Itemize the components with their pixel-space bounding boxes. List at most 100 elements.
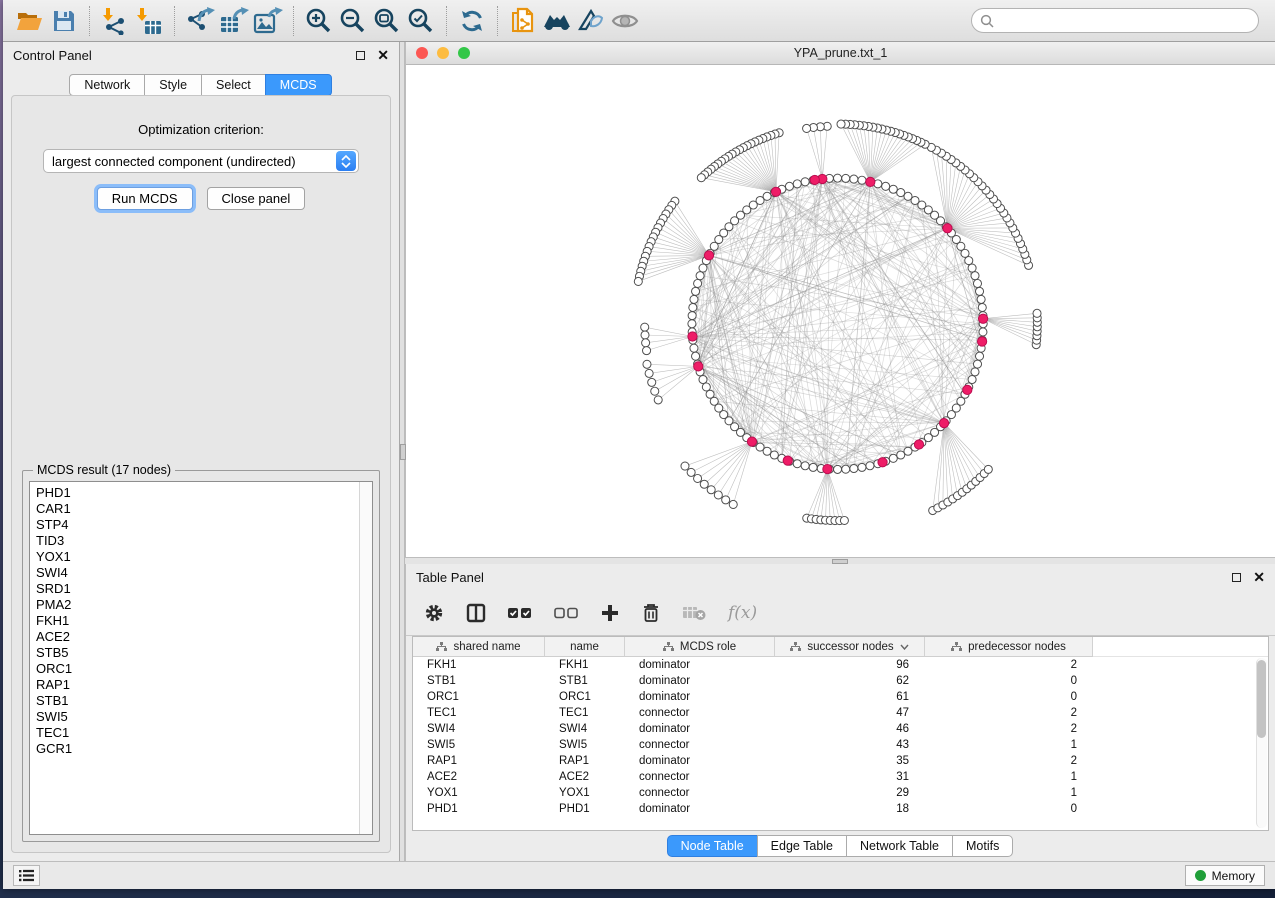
export-network-icon[interactable]	[183, 4, 217, 38]
save-session-icon[interactable]	[47, 4, 81, 38]
cell-successor-nodes[interactable]: 46	[775, 721, 925, 737]
cell-shared-name[interactable]: SWI5	[413, 737, 545, 753]
tab-node-table[interactable]: Node Table	[667, 835, 758, 857]
float-panel-icon[interactable]	[356, 51, 365, 60]
zoom-in-icon[interactable]	[302, 4, 336, 38]
memory-button[interactable]: Memory	[1185, 865, 1265, 886]
tab-network[interactable]: Network	[69, 74, 145, 96]
task-history-button[interactable]	[13, 865, 40, 886]
tab-motifs[interactable]: Motifs	[952, 835, 1013, 857]
tab-select[interactable]: Select	[201, 74, 266, 96]
mcds-result-item[interactable]: ORC1	[36, 661, 359, 677]
column-header-shared-name[interactable]: shared name	[413, 637, 545, 657]
table-row[interactable]: SWI5SWI5connector431	[413, 737, 1268, 753]
cell-name[interactable]: TEC1	[545, 705, 625, 721]
cell-name[interactable]: YOX1	[545, 785, 625, 801]
deselect-all-icon[interactable]	[554, 606, 578, 620]
mcds-result-item[interactable]: STB5	[36, 645, 359, 661]
mcds-result-item[interactable]: TID3	[36, 533, 359, 549]
cell-MCDS-role[interactable]: dominator	[625, 689, 775, 705]
tab-edge-table[interactable]: Edge Table	[757, 835, 847, 857]
mcds-result-item[interactable]: SRD1	[36, 581, 359, 597]
export-table-icon[interactable]	[217, 4, 251, 38]
export-image-icon[interactable]	[251, 4, 285, 38]
cell-MCDS-role[interactable]: connector	[625, 705, 775, 721]
mcds-result-item[interactable]: FKH1	[36, 613, 359, 629]
cell-successor-nodes[interactable]: 61	[775, 689, 925, 705]
zoom-out-icon[interactable]	[336, 4, 370, 38]
cell-successor-nodes[interactable]: 96	[775, 657, 925, 673]
cell-predecessor-nodes[interactable]: 1	[925, 785, 1093, 801]
cell-predecessor-nodes[interactable]: 0	[925, 689, 1093, 705]
cell-predecessor-nodes[interactable]: 1	[925, 737, 1093, 753]
cell-shared-name[interactable]: RAP1	[413, 753, 545, 769]
column-header-name[interactable]: name	[545, 637, 625, 657]
cell-successor-nodes[interactable]: 18	[775, 801, 925, 817]
open-session-icon[interactable]	[13, 4, 47, 38]
delete-row-icon[interactable]	[642, 603, 660, 623]
cell-shared-name[interactable]: YOX1	[413, 785, 545, 801]
cell-successor-nodes[interactable]: 29	[775, 785, 925, 801]
cell-MCDS-role[interactable]: dominator	[625, 657, 775, 673]
show-graphics-icon[interactable]	[608, 4, 642, 38]
mcds-result-item[interactable]: TEC1	[36, 725, 359, 741]
table-row[interactable]: FKH1FKH1dominator962	[413, 657, 1268, 673]
cell-predecessor-nodes[interactable]: 1	[925, 769, 1093, 785]
mcds-result-item[interactable]: SWI5	[36, 709, 359, 725]
import-network-icon[interactable]	[98, 4, 132, 38]
cell-successor-nodes[interactable]: 43	[775, 737, 925, 753]
mcds-result-item[interactable]: GCR1	[36, 741, 359, 757]
cell-name[interactable]: ACE2	[545, 769, 625, 785]
horizontal-splitter[interactable]	[405, 557, 1275, 564]
cell-predecessor-nodes[interactable]: 0	[925, 673, 1093, 689]
cell-predecessor-nodes[interactable]: 0	[925, 801, 1093, 817]
tab-mcds[interactable]: MCDS	[265, 74, 332, 96]
close-panel-button[interactable]: Close panel	[207, 187, 306, 210]
clone-network-icon[interactable]	[506, 4, 540, 38]
refresh-icon[interactable]	[455, 4, 489, 38]
cell-predecessor-nodes[interactable]: 2	[925, 657, 1093, 673]
mcds-list-scrollbar[interactable]	[359, 482, 372, 834]
table-row[interactable]: ACE2ACE2connector311	[413, 769, 1268, 785]
column-header-predecessor-nodes[interactable]: predecessor nodes	[925, 637, 1093, 657]
network-window-titlebar[interactable]: YPA_prune.txt_1	[406, 42, 1275, 65]
cell-name[interactable]: FKH1	[545, 657, 625, 673]
cell-name[interactable]: SWI5	[545, 737, 625, 753]
close-panel-icon[interactable]: ✕	[1253, 570, 1265, 584]
cell-successor-nodes[interactable]: 35	[775, 753, 925, 769]
zoom-fit-icon[interactable]	[370, 4, 404, 38]
columns-icon[interactable]	[466, 603, 486, 623]
column-header-MCDS-role[interactable]: MCDS role	[625, 637, 775, 657]
optimization-select[interactable]: largest connected component (undirected)	[43, 149, 359, 173]
cell-shared-name[interactable]: PHD1	[413, 801, 545, 817]
cell-name[interactable]: RAP1	[545, 753, 625, 769]
cell-successor-nodes[interactable]: 31	[775, 769, 925, 785]
cell-MCDS-role[interactable]: connector	[625, 769, 775, 785]
zoom-selected-icon[interactable]	[404, 4, 438, 38]
scrollbar-thumb[interactable]	[1257, 660, 1266, 738]
cell-predecessor-nodes[interactable]: 2	[925, 753, 1093, 769]
cell-shared-name[interactable]: ACE2	[413, 769, 545, 785]
cell-MCDS-role[interactable]: dominator	[625, 753, 775, 769]
mcds-result-item[interactable]: YOX1	[36, 549, 359, 565]
mcds-result-item[interactable]: STB1	[36, 693, 359, 709]
cell-shared-name[interactable]: FKH1	[413, 657, 545, 673]
cell-shared-name[interactable]: TEC1	[413, 705, 545, 721]
search-input[interactable]	[999, 14, 1250, 28]
cell-shared-name[interactable]: STB1	[413, 673, 545, 689]
select-all-icon[interactable]	[508, 606, 532, 620]
search-network-icon[interactable]	[540, 4, 574, 38]
cell-MCDS-role[interactable]: connector	[625, 785, 775, 801]
cell-shared-name[interactable]: SWI4	[413, 721, 545, 737]
close-panel-icon[interactable]: ✕	[377, 48, 389, 62]
cell-name[interactable]: STB1	[545, 673, 625, 689]
tab-network-table[interactable]: Network Table	[846, 835, 953, 857]
gear-icon[interactable]	[424, 603, 444, 623]
delete-table-icon[interactable]	[682, 605, 706, 621]
cell-MCDS-role[interactable]: dominator	[625, 721, 775, 737]
hide-graphics-icon[interactable]	[574, 4, 608, 38]
function-icon[interactable]: f(x)	[728, 603, 757, 623]
mcds-result-item[interactable]: ACE2	[36, 629, 359, 645]
cell-MCDS-role[interactable]: dominator	[625, 673, 775, 689]
mcds-result-item[interactable]: SWI4	[36, 565, 359, 581]
